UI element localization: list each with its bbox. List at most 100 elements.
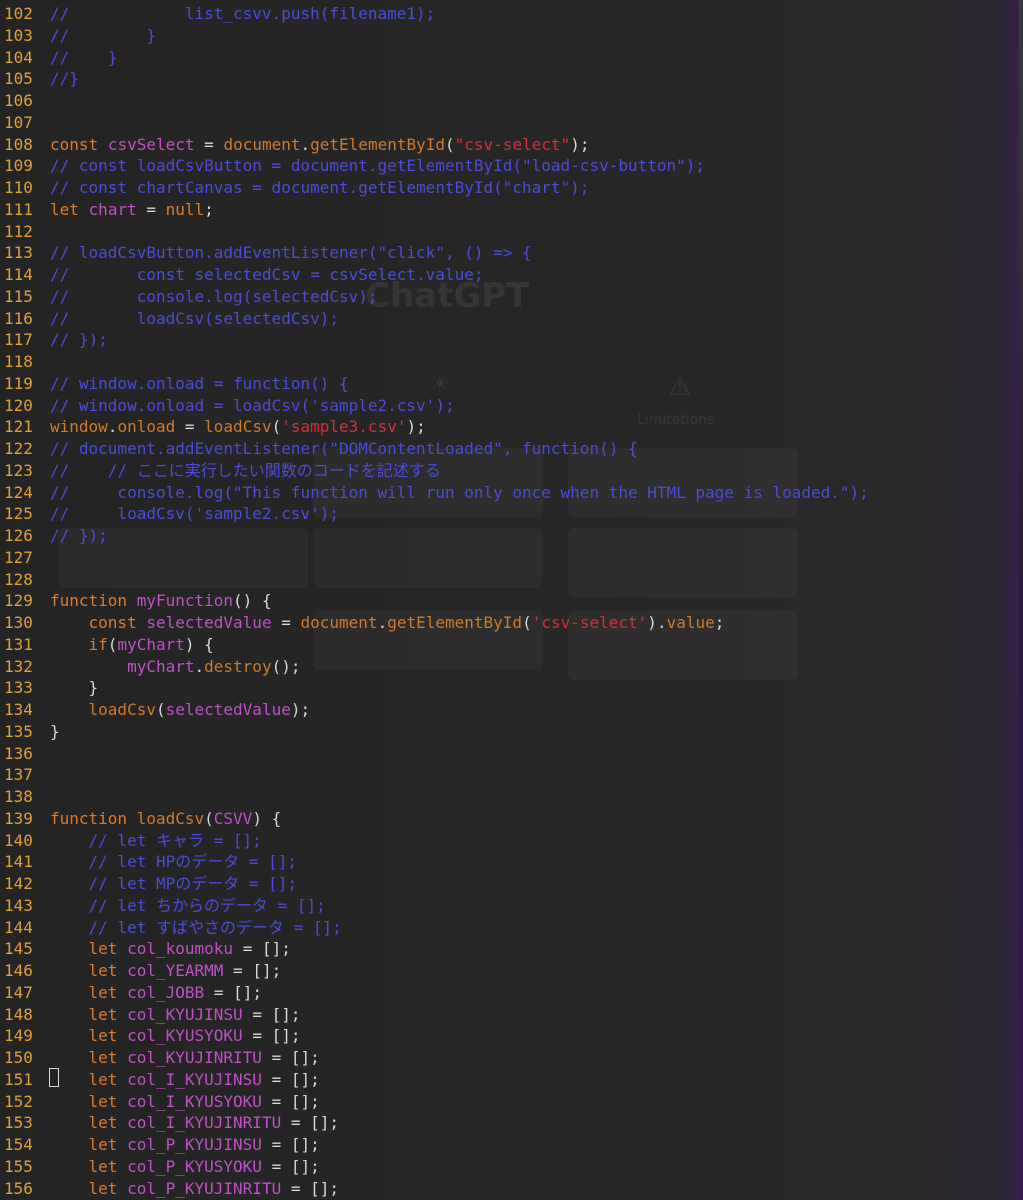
line-number: 155 [4, 1156, 33, 1176]
code-line[interactable]: 138 [0, 786, 1023, 808]
code-text: // } [50, 25, 156, 45]
code-line[interactable]: 129 function myFunction() { [0, 590, 1023, 612]
line-number: 124 [4, 482, 33, 502]
line-number: 108 [4, 134, 33, 154]
code-text: let col_I_KYUJINRITU = []; [88, 1113, 340, 1133]
code-line[interactable]: 141 // let HPのデータ = []; [0, 851, 1023, 873]
code-line[interactable]: 112 [0, 221, 1023, 243]
code-line[interactable]: 109 // const loadCsvButton = document.get… [0, 155, 1023, 177]
code-line[interactable]: 111 let chart = null; [0, 199, 1023, 221]
code-line[interactable]: 120 // window.onload = loadCsv('sample2.c… [0, 395, 1023, 417]
line-number: 104 [4, 47, 33, 67]
line-number: 136 [4, 743, 33, 763]
code-text: window.onload = loadCsv('sample3.csv'); [50, 417, 426, 437]
code-line[interactable]: 149 let col_KYUSYOKU = []; [0, 1025, 1023, 1047]
code-line[interactable]: 123 // // ここに実行したい関数のコードを記述する [0, 460, 1023, 482]
code-text: // let ちからのデータ = []; [50, 895, 326, 915]
code-text: let col_P_KYUJINRITU = []; [88, 1178, 340, 1198]
code-text: // }); [50, 330, 108, 350]
code-text: let chart = null; [50, 199, 214, 219]
line-number: 123 [4, 460, 33, 480]
line-number: 144 [4, 917, 33, 937]
code-line[interactable]: 127 [0, 547, 1023, 569]
code-line[interactable]: 155 let col_P_KYUSYOKU = []; [0, 1156, 1023, 1178]
line-number: 111 [4, 199, 33, 219]
line-number: 135 [4, 721, 33, 741]
line-number: 122 [4, 439, 33, 458]
line-number: 128 [4, 569, 33, 589]
code-line[interactable]: 142 // let MPのデータ = []; [0, 873, 1023, 895]
code-line[interactable]: 108 const csvSelect = document.getElement… [0, 134, 1023, 156]
window-edge [1019, 0, 1023, 1200]
code-line[interactable]: 148 let col_KYUJINSU = []; [0, 1004, 1023, 1026]
code-line[interactable]: 110 // const chartCanvas = document.getEl… [0, 177, 1023, 199]
code-line[interactable]: 137 [0, 764, 1023, 786]
line-number: 103 [4, 25, 33, 45]
code-line[interactable]: 114 // const selectedCsv = csvSelect.valu… [0, 264, 1023, 286]
code-line[interactable]: 132 myChart.destroy(); [0, 656, 1023, 678]
code-text: // loadCsvButton.addEventListener("click… [50, 243, 532, 263]
line-number: 139 [4, 808, 33, 828]
code-line[interactable]: 106 [0, 90, 1023, 112]
code-line[interactable]: 105 //} [0, 68, 1023, 90]
line-number: 149 [4, 1026, 33, 1046]
line-number: 146 [4, 961, 33, 980]
code-text: //} [50, 69, 79, 89]
code-text: // let キャラ = []; [50, 830, 262, 850]
code-line[interactable]: 139 function loadCsv(CSVV) { [0, 808, 1023, 830]
code-line[interactable]: 154 let col_P_KYUJINSU = []; [0, 1134, 1023, 1156]
code-line[interactable]: 121 window.onload = loadCsv('sample3.csv'… [0, 416, 1023, 438]
code-line[interactable]: 126 // }); [0, 525, 1023, 547]
code-line[interactable]: 124 // console.log("This function will ru… [0, 482, 1023, 504]
code-line[interactable]: 144 // let すばやさのデータ = []; [0, 917, 1023, 939]
code-line[interactable]: 113 // loadCsvButton.addEventListener("cl… [0, 242, 1023, 264]
code-line[interactable]: 122 // document.addEventListener("DOMCont… [0, 438, 1023, 460]
code-line[interactable]: 102 // list_csvv.push(filename1); [0, 3, 1023, 25]
line-number: 127 [4, 547, 33, 567]
code-line[interactable]: 151 let col_I_KYUJINSU = []; [0, 1069, 1023, 1091]
line-number: 125 [4, 504, 33, 524]
code-line[interactable]: 135} [0, 721, 1023, 743]
code-text: } [50, 721, 60, 741]
code-line[interactable]: 116 // loadCsv(selectedCsv); [0, 308, 1023, 330]
code-line[interactable]: 156 let col_P_KYUJINRITU = []; [0, 1178, 1023, 1200]
code-line[interactable]: 145 let col_koumoku = []; [0, 938, 1023, 960]
line-number: 118 [4, 352, 33, 371]
code-text: // list_csvv.push(filename1); [50, 4, 436, 23]
code-line[interactable]: 147 let col_JOBB = []; [0, 982, 1023, 1004]
code-line[interactable]: 103 // } [0, 25, 1023, 47]
line-number: 116 [4, 308, 33, 328]
code-line[interactable]: 107 [0, 112, 1023, 134]
code-text: // window.onload = loadCsv('sample2.csv'… [50, 395, 455, 415]
code-line[interactable]: 136 [0, 743, 1023, 765]
code-line[interactable]: 133 } [0, 677, 1023, 699]
code-line[interactable]: 140 // let キャラ = []; [0, 830, 1023, 852]
line-number: 126 [4, 526, 33, 545]
code-line[interactable]: 104 // } [0, 47, 1023, 69]
code-editor[interactable]: ChatGPT ⚠ ☀ Limitations 102// list_csvv.… [0, 0, 1023, 1200]
code-line[interactable]: 146 let col_YEARMM = []; [0, 960, 1023, 982]
code-line[interactable]: 131 if(myChart) { [0, 634, 1023, 656]
line-number: 107 [4, 112, 33, 132]
code-line[interactable]: 125 // loadCsv('sample2.csv'); [0, 503, 1023, 525]
code-line[interactable]: 118 [0, 351, 1023, 373]
code-line[interactable]: 117 // }); [0, 329, 1023, 351]
code-line[interactable]: 115 // console.log(selectedCsv); [0, 286, 1023, 308]
code-line[interactable]: 150 let col_KYUJINRITU = []; [0, 1047, 1023, 1069]
code-text: let col_KYUSYOKU = []; [88, 1026, 301, 1046]
code-text: } [88, 678, 99, 698]
code-line[interactable]: 130 const selectedValue = document.getEl… [0, 612, 1023, 634]
code-line[interactable]: 152 let col_I_KYUSYOKU = []; [0, 1091, 1023, 1113]
code-text: // loadCsv('sample2.csv'); [50, 504, 339, 524]
code-line[interactable]: 153 let col_I_KYUJINRITU = []; [0, 1112, 1023, 1134]
code-text: // // ここに実行したい関数のコードを記述する [50, 460, 441, 480]
code-text: // let MPのデータ = []; [50, 874, 298, 893]
line-number: 137 [4, 765, 33, 785]
code-line[interactable]: 134 loadCsv(selectedValue); [0, 699, 1023, 721]
line-number: 132 [4, 656, 33, 676]
code-line[interactable]: 128 [0, 569, 1023, 591]
line-number: 153 [4, 1113, 33, 1133]
code-line[interactable]: 143 // let ちからのデータ = []; [0, 895, 1023, 917]
code-line[interactable]: 119 // window.onload = function() { [0, 373, 1023, 395]
